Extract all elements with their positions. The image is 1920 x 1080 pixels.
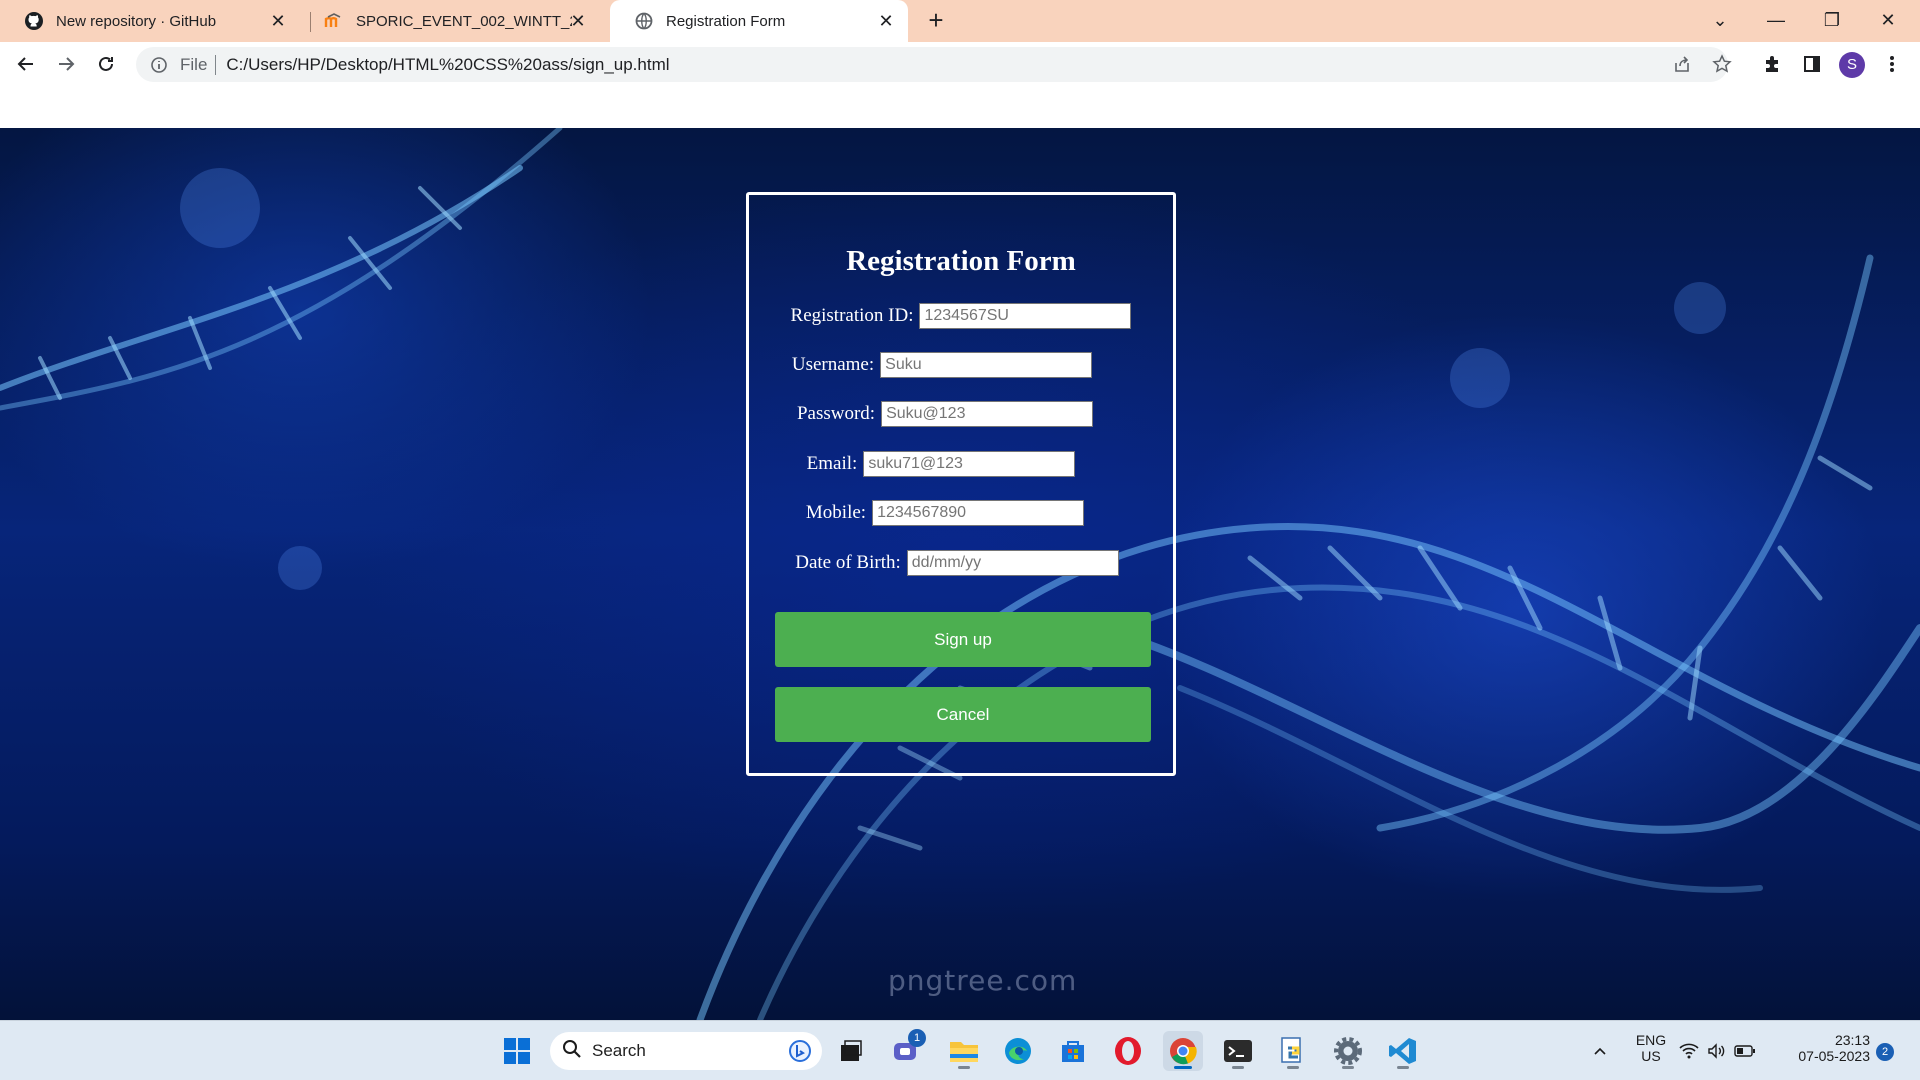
omnibox-divider — [215, 54, 217, 75]
reload-icon — [99, 56, 113, 71]
volume-icon[interactable] — [1704, 1031, 1730, 1071]
bing-icon[interactable] — [788, 1039, 812, 1068]
registration-id-label: Registration ID: — [790, 305, 914, 326]
share-icon[interactable] — [1666, 48, 1698, 80]
back-button[interactable] — [10, 48, 42, 80]
form-title: Registration Form — [846, 245, 1076, 277]
globe-icon — [634, 11, 654, 31]
tab-title: Registration Form — [666, 12, 786, 30]
username-label: Username: — [791, 354, 875, 375]
clock-date: 07-05-2023 — [1798, 1048, 1870, 1064]
field-password: Password: — [733, 401, 1157, 427]
cancel-button[interactable]: Cancel — [775, 687, 1151, 742]
moodle-icon — [324, 11, 344, 31]
clock-time: 23:13 — [1834, 1032, 1870, 1048]
kebab-menu-icon[interactable] — [1876, 48, 1908, 80]
running-indicator — [1397, 1066, 1409, 1069]
taskbar-search-box[interactable]: Search — [550, 1032, 822, 1070]
info-icon[interactable] — [150, 56, 168, 74]
tab-strip: New repository · GitHub ✕ SPORIC_EVENT_0… — [0, 0, 1920, 42]
teams-badge: 1 — [908, 1029, 926, 1047]
watermark: pngtree.com — [888, 964, 1078, 997]
tab-sporic[interactable]: SPORIC_EVENT_002_WINTT_22-2 ✕ — [300, 0, 600, 42]
profile-avatar[interactable]: S — [1839, 52, 1865, 78]
vscode-icon[interactable] — [1383, 1031, 1423, 1071]
restore-button[interactable]: ❐ — [1804, 0, 1860, 42]
registration-id-input[interactable] — [919, 303, 1132, 329]
tab-github[interactable]: New repository · GitHub ✕ — [0, 0, 300, 42]
url-scheme: File — [180, 54, 208, 74]
date-of-birth-label: Date of Birth: — [795, 552, 901, 573]
task-view-icon[interactable] — [831, 1031, 871, 1071]
tab-registration-form[interactable]: Registration Form ✕ — [610, 0, 908, 42]
wifi-icon[interactable] — [1676, 1031, 1702, 1071]
side-panel-icon[interactable] — [1796, 48, 1828, 80]
search-icon — [562, 1039, 582, 1064]
edge-icon[interactable] — [998, 1031, 1038, 1071]
signup-button[interactable]: Sign up — [775, 612, 1151, 667]
reload-button[interactable] — [90, 48, 122, 80]
running-indicator — [1232, 1066, 1244, 1069]
close-icon[interactable]: ✕ — [268, 11, 288, 31]
chrome-icon[interactable] — [1163, 1031, 1203, 1071]
tab-title: New repository · GitHub — [56, 12, 217, 30]
new-tab-button[interactable]: + — [922, 7, 950, 35]
settings-gear-icon[interactable] — [1328, 1031, 1368, 1071]
email-label: Email: — [806, 453, 858, 474]
back-arrow-icon — [17, 57, 33, 71]
extensions-puzzle-icon[interactable] — [1756, 48, 1788, 80]
registration-form: Registration Form Registration ID: Usern… — [746, 192, 1176, 776]
windows-start-icon[interactable] — [497, 1031, 537, 1071]
tab-title: SPORIC_EVENT_002_WINTT_22-2 — [356, 12, 572, 30]
teams-chat-icon[interactable]: 1 — [886, 1029, 926, 1071]
running-indicator — [958, 1066, 970, 1069]
active-indicator — [1174, 1066, 1192, 1069]
address-bar[interactable]: File C:/Users/HP/Desktop/HTML%20CSS%20as… — [136, 47, 1728, 82]
search-placeholder: Search — [592, 1041, 646, 1060]
windows-taskbar: Search 1 ENG US 23:13 07-05-2023 2 — [0, 1020, 1920, 1080]
running-indicator — [1342, 1066, 1354, 1069]
field-mobile: Mobile: — [733, 500, 1157, 526]
field-date-of-birth: Date of Birth: — [745, 550, 1169, 576]
close-window-button[interactable]: ✕ — [1860, 0, 1916, 42]
browser-toolbar: File C:/Users/HP/Desktop/HTML%20CSS%20as… — [0, 42, 1920, 86]
forward-button[interactable] — [50, 48, 82, 80]
tab-search-chevron-icon[interactable]: ⌄ — [1692, 0, 1748, 42]
github-icon — [24, 11, 44, 31]
page-background: pngtree.com Registration Form Registrati… — [0, 128, 1920, 1020]
opera-icon[interactable] — [1108, 1031, 1148, 1071]
url-text[interactable]: C:/Users/HP/Desktop/HTML%20CSS%20ass/sig… — [226, 55, 669, 75]
python-idle-icon[interactable] — [1273, 1031, 1313, 1071]
close-icon[interactable]: ✕ — [876, 11, 896, 31]
mobile-input[interactable] — [872, 500, 1085, 526]
running-indicator — [1287, 1066, 1299, 1069]
battery-icon[interactable] — [1732, 1031, 1758, 1071]
chevron-up-icon[interactable] — [1580, 1031, 1620, 1071]
date-of-birth-input[interactable] — [906, 550, 1119, 576]
toolbar-spacer — [0, 86, 1920, 128]
username-input[interactable] — [880, 352, 1093, 378]
language-indicator[interactable]: ENG US — [1628, 1032, 1674, 1064]
bookmark-star-icon[interactable] — [1706, 48, 1738, 80]
minimize-button[interactable]: — — [1748, 0, 1804, 42]
language-code: ENG — [1635, 1032, 1667, 1048]
clock[interactable]: 23:13 07-05-2023 — [1778, 1032, 1870, 1064]
password-input[interactable] — [881, 401, 1094, 427]
notification-badge[interactable]: 2 — [1876, 1043, 1894, 1061]
field-username: Username: — [730, 352, 1154, 378]
close-icon[interactable]: ✕ — [568, 11, 588, 31]
email-input[interactable] — [863, 451, 1076, 477]
mobile-label: Mobile: — [805, 502, 867, 523]
microsoft-store-icon[interactable] — [1053, 1031, 1093, 1071]
field-registration-id: Registration ID: — [749, 303, 1173, 329]
password-label: Password: — [796, 403, 876, 424]
file-explorer-icon[interactable] — [944, 1031, 984, 1071]
region-code: US — [1641, 1048, 1661, 1064]
field-email: Email: — [729, 451, 1153, 477]
forward-arrow-icon — [59, 57, 75, 71]
terminal-icon[interactable] — [1218, 1031, 1258, 1071]
